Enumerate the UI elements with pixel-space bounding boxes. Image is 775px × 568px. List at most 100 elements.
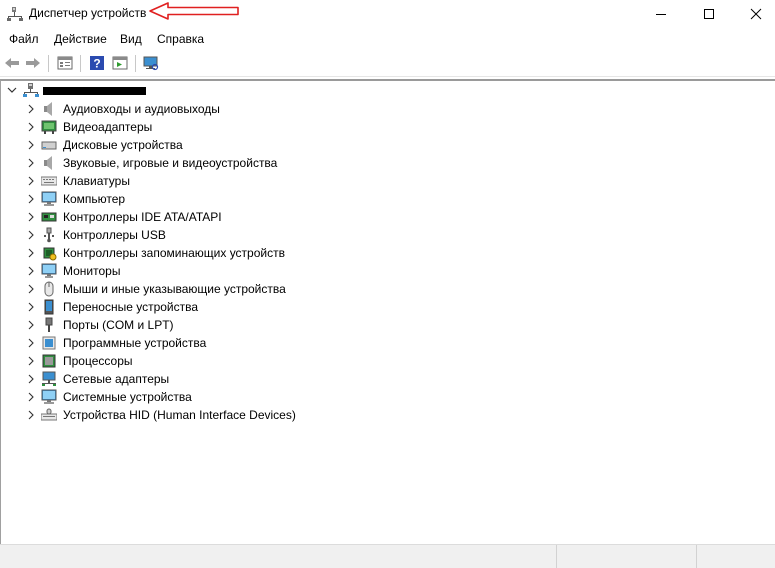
computer-icon (41, 191, 57, 207)
chevron-right-icon[interactable] (25, 337, 37, 349)
tree-item[interactable]: Аудиовходы и аудиовыходы (0, 100, 600, 118)
tree-item[interactable]: Устройства HID (Human Interface Devices) (0, 406, 600, 424)
minimize-icon (656, 14, 666, 15)
tree-item[interactable]: Контроллеры запоминающих устройств (0, 244, 600, 262)
close-icon (750, 8, 762, 20)
tree-item[interactable]: Переносные устройства (0, 298, 600, 316)
chevron-right-icon[interactable] (25, 175, 37, 187)
chevron-right-icon[interactable] (25, 319, 37, 331)
usb-icon (41, 227, 57, 243)
chevron-right-icon[interactable] (25, 139, 37, 151)
properties-icon (57, 56, 73, 70)
hid-icon (40, 407, 58, 423)
scan-hardware-button[interactable] (142, 54, 160, 72)
toolbar-separator (80, 55, 81, 72)
tree-item[interactable]: Мыши и иные указывающие устройства (0, 280, 600, 298)
menu-action[interactable]: Действие (54, 32, 107, 46)
device-manager-icon (7, 6, 23, 22)
chevron-right-icon[interactable] (25, 103, 37, 115)
tree-item[interactable]: Контроллеры USB (0, 226, 600, 244)
status-pane (696, 545, 775, 568)
menu-help[interactable]: Справка (157, 32, 204, 46)
network-adapter-icon (41, 371, 57, 387)
maximize-button[interactable] (686, 0, 732, 28)
tree-item-label: Контроллеры USB (63, 228, 166, 242)
forward-button[interactable] (24, 54, 42, 72)
monitor-icon (41, 263, 57, 279)
display-adapter-icon (41, 119, 57, 135)
tree-item[interactable]: Порты (COM и LPT) (0, 316, 600, 334)
tree-item[interactable]: Видеоадаптеры (0, 118, 600, 136)
tree-item-label: Переносные устройства (63, 300, 199, 314)
tree-item[interactable]: Клавиатуры (0, 172, 600, 190)
speaker-icon (41, 101, 57, 117)
toolbar-separator (48, 55, 49, 72)
redacted-computer-name (43, 87, 146, 95)
tree-item[interactable]: Мониторы (0, 262, 600, 280)
chevron-right-icon[interactable] (25, 211, 37, 223)
tree-item[interactable]: Программные устройства (0, 334, 600, 352)
tree-item-label: Видеоадаптеры (63, 120, 153, 134)
tree-root[interactable] (0, 80, 775, 100)
tree-item-label: Дисковые устройства (63, 138, 183, 152)
chevron-right-icon[interactable] (25, 157, 37, 169)
chevron-right-icon[interactable] (25, 391, 37, 403)
chevron-right-icon[interactable] (25, 121, 37, 133)
port-icon (41, 317, 57, 333)
portable-device-icon (41, 299, 57, 315)
maximize-icon (704, 9, 714, 19)
properties-button[interactable] (56, 54, 74, 72)
show-hidden-button[interactable] (111, 54, 129, 72)
tree-item[interactable]: Компьютер (0, 190, 600, 208)
status-pane (556, 545, 696, 568)
menu-file[interactable]: Файл (9, 32, 39, 46)
tree-item-label: Контроллеры запоминающих устройств (63, 246, 285, 260)
minimize-button[interactable] (638, 0, 684, 28)
menu-bar: Файл Действие Вид Справка (0, 29, 775, 49)
tree-item-label: Контроллеры IDE ATA/ATAPI (63, 210, 222, 224)
tree-item[interactable]: Дисковые устройства (0, 136, 600, 154)
chevron-right-icon[interactable] (25, 301, 37, 313)
chevron-right-icon[interactable] (25, 373, 37, 385)
close-button[interactable] (733, 0, 775, 28)
tree-item-label: Устройства HID (Human Interface Devices) (63, 408, 296, 422)
chevron-right-icon[interactable] (25, 247, 37, 259)
tree-item[interactable]: Звуковые, игровые и видеоустройства (0, 154, 600, 172)
disk-drive-icon (41, 137, 57, 153)
toolbar: ? (0, 50, 775, 77)
keyboard-icon (40, 173, 58, 189)
computer-network-icon (23, 82, 39, 98)
tree-item[interactable]: Контроллеры IDE ATA/ATAPI (0, 208, 600, 226)
mouse-icon (41, 281, 57, 297)
chevron-right-icon[interactable] (25, 265, 37, 277)
status-bar (0, 544, 775, 568)
storage-controller-icon (41, 245, 57, 261)
forward-icon (26, 58, 40, 68)
tree-item-label: Сетевые адаптеры (63, 372, 170, 386)
scan-hardware-icon (143, 56, 159, 71)
chevron-right-icon[interactable] (25, 355, 37, 367)
tree-item-label: Процессоры (63, 354, 133, 368)
menu-view[interactable]: Вид (120, 32, 142, 46)
tree-item-label: Программные устройства (63, 336, 207, 350)
toolbar-separator (135, 55, 136, 72)
chevron-right-icon[interactable] (25, 283, 37, 295)
help-button[interactable]: ? (88, 54, 106, 72)
chevron-down-icon[interactable] (6, 84, 18, 96)
tree-item[interactable]: Системные устройства (0, 388, 600, 406)
title-bar: Диспетчер устройств (0, 0, 775, 28)
software-device-icon (41, 335, 57, 351)
tree-item-label: Системные устройства (63, 390, 192, 404)
tree-item[interactable]: Сетевые адаптеры (0, 370, 600, 388)
window-title: Диспетчер устройств (29, 6, 147, 20)
chevron-right-icon[interactable] (25, 193, 37, 205)
svg-text:?: ? (93, 57, 100, 71)
tree-item-label: Мониторы (63, 264, 121, 278)
back-button[interactable] (3, 54, 21, 72)
chevron-right-icon[interactable] (25, 229, 37, 241)
chevron-right-icon[interactable] (25, 409, 37, 421)
tree-item-label: Порты (COM и LPT) (63, 318, 174, 332)
tree-item-label: Звуковые, игровые и видеоустройства (63, 156, 278, 170)
tree-item[interactable]: Процессоры (0, 352, 600, 370)
help-icon: ? (90, 56, 104, 71)
